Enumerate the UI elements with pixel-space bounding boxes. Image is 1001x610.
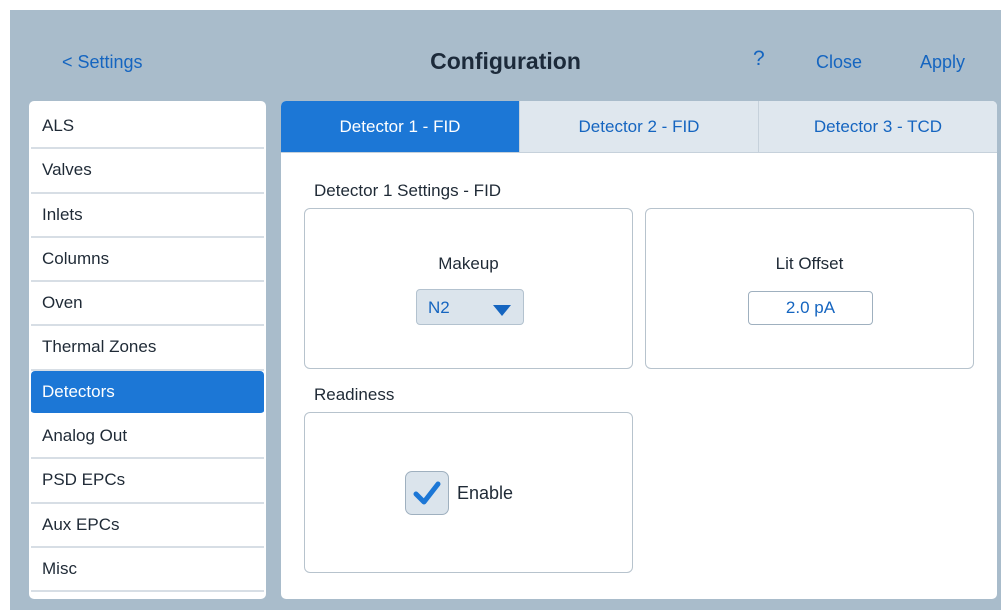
detector-tabs: Detector 1 - FID Detector 2 - FID Detect…: [281, 101, 997, 153]
sidebar-item-oven[interactable]: Oven: [31, 282, 264, 327]
makeup-value: N2: [428, 298, 450, 317]
makeup-dropdown[interactable]: N2: [416, 289, 524, 325]
sidebar-item-aux-epcs[interactable]: Aux EPCs: [31, 504, 264, 548]
tab-detector-2[interactable]: Detector 2 - FID: [520, 101, 759, 152]
makeup-card: Makeup N2: [304, 208, 633, 369]
sidebar-item-valves[interactable]: Valves: [31, 149, 264, 194]
header: < Settings Configuration ? Close Apply: [10, 10, 1001, 105]
chevron-down-icon: [493, 305, 511, 316]
detector-panel: Detector 1 - FID Detector 2 - FID Detect…: [281, 101, 997, 599]
readiness-card: Enable: [304, 412, 633, 573]
sidebar-item-psd-epcs[interactable]: PSD EPCs: [31, 459, 264, 504]
close-button[interactable]: Close: [816, 52, 862, 73]
tab-detector-3[interactable]: Detector 3 - TCD: [759, 101, 997, 152]
back-to-settings-link[interactable]: < Settings: [62, 52, 143, 73]
sidebar-item-inlets[interactable]: Inlets: [31, 194, 264, 238]
enable-toggle[interactable]: Enable: [405, 470, 513, 516]
tab-detector-1[interactable]: Detector 1 - FID: [281, 101, 520, 152]
sidebar-item-detectors[interactable]: Detectors: [31, 370, 264, 416]
sidebar: ALS Valves Inlets Columns Oven Thermal Z…: [29, 101, 266, 599]
enable-label: Enable: [457, 482, 514, 503]
makeup-label: Makeup: [438, 254, 499, 273]
check-icon: [413, 481, 441, 505]
sidebar-item-columns[interactable]: Columns: [31, 238, 264, 283]
lit-offset-field[interactable]: 2.0 pA: [748, 291, 873, 325]
sidebar-item-als[interactable]: ALS: [31, 105, 264, 150]
apply-button[interactable]: Apply: [920, 52, 965, 73]
sidebar-item-thermal-zones[interactable]: Thermal Zones: [31, 326, 264, 371]
sidebar-item-misc[interactable]: Misc: [31, 548, 264, 593]
sidebar-item-analog-out[interactable]: Analog Out: [31, 415, 264, 460]
app-frame: < Settings Configuration ? Close Apply A…: [10, 10, 1001, 610]
lit-offset-card: Lit Offset 2.0 pA: [645, 208, 974, 369]
readiness-title: Readiness: [314, 385, 395, 404]
help-icon[interactable]: ?: [753, 47, 765, 71]
detector-settings-title: Detector 1 Settings - FID: [314, 181, 502, 200]
lit-offset-label: Lit Offset: [775, 254, 844, 273]
enable-checkbox[interactable]: [405, 471, 449, 515]
